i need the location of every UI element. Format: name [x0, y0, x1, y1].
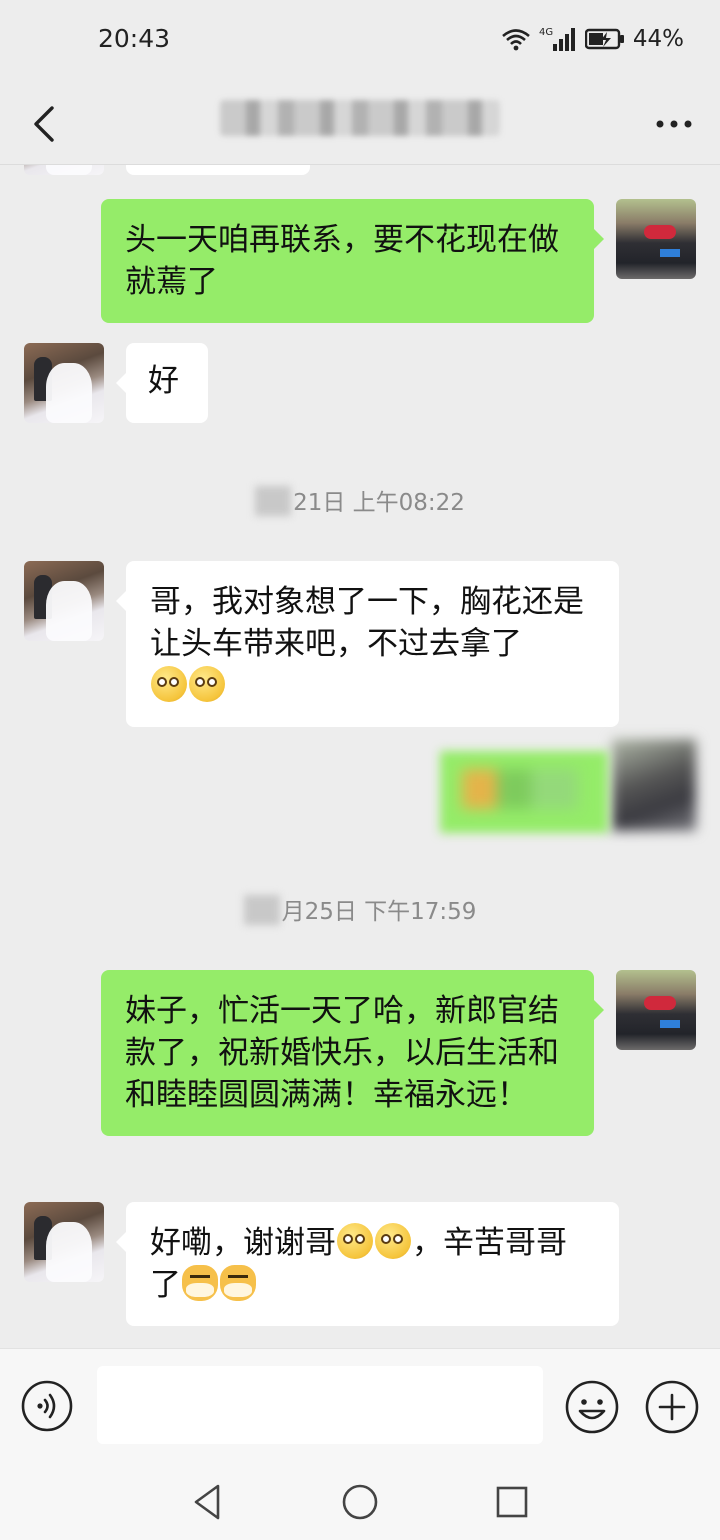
back-button[interactable]: [24, 96, 68, 152]
my-avatar[interactable]: [616, 199, 696, 279]
timestamp-text: 月25日 下午17:59: [281, 899, 477, 925]
message-text: 妹子，忙活一天了哈，新郎官结款了，祝新婚快乐，以后生活和和睦睦圆圆满满！幸福永远…: [125, 993, 559, 1113]
status-indicators: 4G 44%: [501, 26, 684, 52]
doge-emoji-icon: [337, 1223, 373, 1259]
plus-icon: [645, 1380, 699, 1434]
message-text: 好: [148, 363, 179, 399]
message-input[interactable]: [97, 1366, 543, 1444]
network-type-label: 4G: [539, 27, 553, 38]
message-text: 好嘞，谢谢哥: [150, 1225, 336, 1261]
system-home-button[interactable]: [338, 1480, 382, 1524]
message-bubble-incoming[interactable]: 好嘞，谢谢哥 ，辛苦哥哥了: [116, 1202, 619, 1326]
status-bar: 20:43 4G 44%: [0, 0, 720, 84]
chat-screen: 20:43 4G 44% 头一天咱再联系，要不花现在做就蔫了 好 21日 上午0…: [0, 0, 720, 1540]
doge-emoji-icon: [189, 666, 225, 702]
cat-emoji-icon: [220, 1265, 256, 1301]
triangle-back-icon: [194, 1484, 220, 1520]
contact-avatar[interactable]: [24, 561, 104, 641]
square-recents-icon: [496, 1486, 528, 1518]
battery-percent: 44%: [632, 26, 684, 52]
plus-button[interactable]: [644, 1379, 700, 1435]
timestamp: 月25日 下午17:59: [0, 892, 720, 926]
message-bubble-incoming[interactable]: 好: [116, 343, 208, 423]
battery-icon: [584, 28, 624, 50]
my-avatar-redacted[interactable]: [612, 739, 696, 831]
wifi-icon: [502, 29, 530, 51]
emoji-button[interactable]: [564, 1379, 620, 1435]
contact-avatar[interactable]: [24, 165, 104, 175]
signal-icon: 4G: [539, 27, 575, 51]
message-text: 头一天咱再联系，要不花现在做就蔫了: [125, 222, 559, 300]
more-dots-icon: [656, 120, 692, 128]
voice-icon: [21, 1380, 73, 1432]
system-navigation-bar: [0, 1460, 720, 1540]
timestamp-redacted-part: [255, 486, 292, 516]
timestamp-redacted-part: [243, 895, 280, 925]
doge-emoji-icon: [151, 666, 187, 702]
message-redacted-content: [462, 769, 578, 809]
more-button[interactable]: [654, 106, 694, 142]
chat-title-redacted: [220, 100, 500, 136]
voice-button[interactable]: [20, 1379, 74, 1433]
message-bubble-outgoing[interactable]: 妹子，忙活一天了哈，新郎官结款了，祝新婚快乐，以后生活和和睦睦圆圆满满！幸福永远…: [101, 970, 604, 1136]
message-bubble-partial[interactable]: [126, 165, 310, 175]
message-text: 哥，我对象想了一下，胸花还是让头车带来吧，不过去拿了: [150, 584, 584, 662]
timestamp-text: 21日 上午08:22: [293, 490, 465, 516]
message-bubble-outgoing[interactable]: 头一天咱再联系，要不花现在做就蔫了: [101, 199, 604, 323]
message-list[interactable]: 头一天咱再联系，要不花现在做就蔫了 好 21日 上午08:22 哥，我对象想了一…: [0, 165, 720, 1348]
status-time: 20:43: [98, 24, 171, 53]
chevron-left-icon: [34, 106, 54, 142]
emoji-icon: [565, 1380, 619, 1434]
chat-header: [0, 84, 720, 165]
timestamp: 21日 上午08:22: [0, 483, 720, 517]
message-bubble-incoming[interactable]: 哥，我对象想了一下，胸花还是让头车带来吧，不过去拿了: [116, 561, 619, 727]
input-bar: [0, 1348, 720, 1461]
cat-emoji-icon: [182, 1265, 218, 1301]
system-back-button[interactable]: [186, 1480, 230, 1524]
doge-emoji-icon: [375, 1223, 411, 1259]
contact-avatar[interactable]: [24, 1202, 104, 1282]
my-avatar[interactable]: [616, 970, 696, 1050]
system-recents-button[interactable]: [490, 1480, 534, 1524]
circle-home-icon: [342, 1484, 378, 1520]
contact-avatar[interactable]: [24, 343, 104, 423]
